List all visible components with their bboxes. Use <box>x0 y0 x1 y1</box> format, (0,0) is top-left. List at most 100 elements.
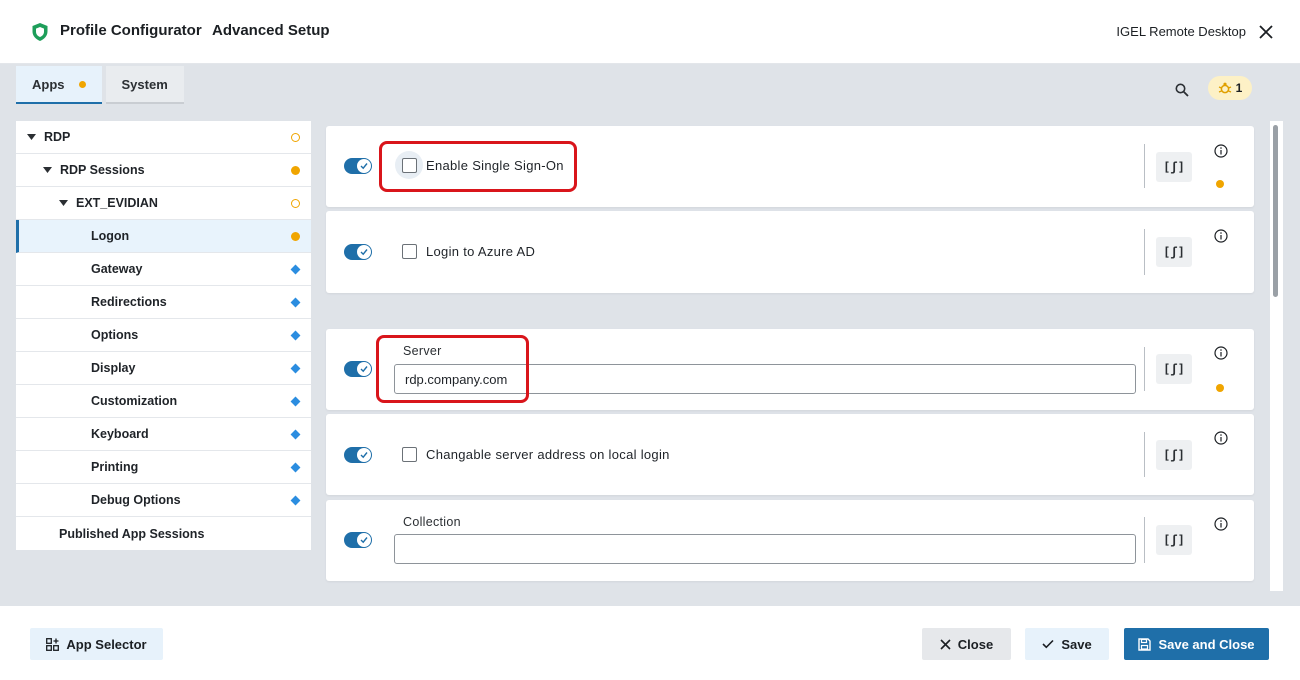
script-button[interactable]: [ʃ] <box>1156 237 1192 267</box>
changeable-checkbox[interactable] <box>402 447 417 462</box>
azure-enable-toggle[interactable] <box>344 244 372 260</box>
notification-count: 1 <box>1235 81 1243 95</box>
tab-system-label: System <box>121 76 168 92</box>
check-icon <box>1042 639 1054 649</box>
server-enable-toggle[interactable] <box>344 361 372 377</box>
divider <box>1144 517 1145 563</box>
setting-collection: Collection [ʃ] <box>326 500 1254 581</box>
tree-item-customization[interactable]: Customization <box>16 385 311 418</box>
search-button[interactable] <box>1172 80 1192 100</box>
script-button[interactable]: [ʃ] <box>1156 354 1192 384</box>
tree-item-rdp[interactable]: RDP <box>16 121 311 154</box>
tab-bar: Apps System <box>16 66 184 104</box>
tree-item-options[interactable]: Options <box>16 319 311 352</box>
azure-checkbox[interactable] <box>402 244 417 259</box>
shield-logo-icon <box>32 23 48 41</box>
tree-item-label: Customization <box>91 394 178 408</box>
window-close-button[interactable] <box>1254 20 1278 44</box>
status-indicator <box>290 297 301 308</box>
tree-item-display[interactable]: Display <box>16 352 311 385</box>
server-label: Server <box>403 344 442 358</box>
caret-down-icon[interactable] <box>26 132 36 142</box>
tree-item-keyboard[interactable]: Keyboard <box>16 418 311 451</box>
collection-label: Collection <box>403 515 461 529</box>
status-indicator <box>290 330 301 341</box>
info-icon[interactable] <box>1214 346 1228 360</box>
save-button[interactable]: Save <box>1025 628 1109 660</box>
azure-label: Login to Azure AD <box>426 244 536 259</box>
modified-dot <box>78 80 86 88</box>
tree-item-redirections[interactable]: Redirections <box>16 286 311 319</box>
bug-icon <box>1218 82 1231 94</box>
caret-down-icon[interactable] <box>58 198 68 208</box>
tree-item-label: Options <box>91 328 139 342</box>
save-and-close-button[interactable]: Save and Close <box>1124 628 1269 660</box>
divider <box>1144 229 1145 275</box>
tree-item-label: EXT_EVIDIAN <box>76 196 158 210</box>
tree-item-ext-evidian[interactable]: EXT_EVIDIAN <box>16 187 311 220</box>
collection-enable-toggle[interactable] <box>344 532 372 548</box>
script-button[interactable]: [ʃ] <box>1156 525 1192 555</box>
save-and-close-label: Save and Close <box>1158 636 1255 652</box>
setting-sso: Enable Single Sign-On [ʃ] <box>326 126 1254 207</box>
app-selector-button[interactable]: App Selector <box>30 628 163 660</box>
script-button[interactable]: [ʃ] <box>1156 440 1192 470</box>
status-indicator <box>291 133 300 142</box>
tree-item-printing[interactable]: Printing <box>16 451 311 484</box>
server-input[interactable] <box>394 364 1136 394</box>
check-icon <box>360 249 368 256</box>
tree-item-rdp-sessions[interactable]: RDP Sessions <box>16 154 311 187</box>
status-indicator <box>290 363 301 374</box>
info-icon[interactable] <box>1214 431 1228 445</box>
tree-item-label: RDP Sessions <box>60 163 145 177</box>
script-button[interactable]: [ʃ] <box>1156 152 1192 182</box>
close-button[interactable]: Close <box>922 628 1011 660</box>
search-icon <box>1175 83 1189 97</box>
notification-badge[interactable]: 1 <box>1208 76 1252 100</box>
tab-apps-label: Apps <box>32 76 65 92</box>
sso-enable-toggle[interactable] <box>344 158 372 174</box>
divider <box>1144 144 1145 188</box>
scrollbar[interactable] <box>1270 121 1283 591</box>
tree-item-label: Redirections <box>91 295 167 309</box>
setting-azure: Login to Azure AD [ʃ] <box>326 211 1254 293</box>
tree-item-published-app-sessions[interactable]: Published App Sessions <box>16 517 311 550</box>
info-icon[interactable] <box>1214 144 1228 158</box>
close-label: Close <box>957 636 994 652</box>
setting-changeable-server: Changable server address on local login … <box>326 414 1254 495</box>
tree-item-gateway[interactable]: Gateway <box>16 253 311 286</box>
footer-bar: App Selector Close Save Save and Close <box>0 606 1300 680</box>
status-indicator <box>291 166 300 175</box>
caret-down-icon[interactable] <box>42 165 52 175</box>
sso-label: Enable Single Sign-On <box>426 158 564 173</box>
sso-checkbox[interactable] <box>402 158 417 173</box>
divider <box>1144 432 1145 477</box>
close-icon <box>1259 25 1273 39</box>
content-area: Apps System 1 RDP RDP Sessions EXT_EVIDI… <box>0 64 1300 606</box>
tree-item-label: Debug Options <box>91 493 181 507</box>
modified-dot <box>1216 384 1224 392</box>
tree-item-label: Published App Sessions <box>59 526 205 541</box>
tree-item-debug-options[interactable]: Debug Options <box>16 484 311 517</box>
app-title: Profile Configurator <box>60 22 202 39</box>
check-icon <box>360 452 368 459</box>
changeable-enable-toggle[interactable] <box>344 447 372 463</box>
collection-input[interactable] <box>394 534 1136 564</box>
info-icon[interactable] <box>1214 229 1228 243</box>
tab-system[interactable]: System <box>105 66 184 104</box>
setup-title: Advanced Setup <box>212 22 330 39</box>
status-indicator <box>291 232 300 241</box>
tree-item-label: Logon <box>91 229 130 243</box>
status-indicator <box>290 462 301 473</box>
floppy-disk-icon <box>1138 637 1152 651</box>
tree-item-label: Keyboard <box>91 427 149 441</box>
tree-item-label: Printing <box>91 460 139 474</box>
tree-item-label: RDP <box>44 130 71 144</box>
tree-item-logon[interactable]: Logon <box>16 220 311 253</box>
scrollbar-thumb[interactable] <box>1273 125 1278 297</box>
check-icon <box>360 537 368 544</box>
window-header: Profile Configurator Advanced Setup IGEL… <box>0 0 1300 64</box>
tab-apps[interactable]: Apps <box>16 66 102 104</box>
save-label: Save <box>1061 636 1092 652</box>
info-icon[interactable] <box>1214 517 1228 531</box>
